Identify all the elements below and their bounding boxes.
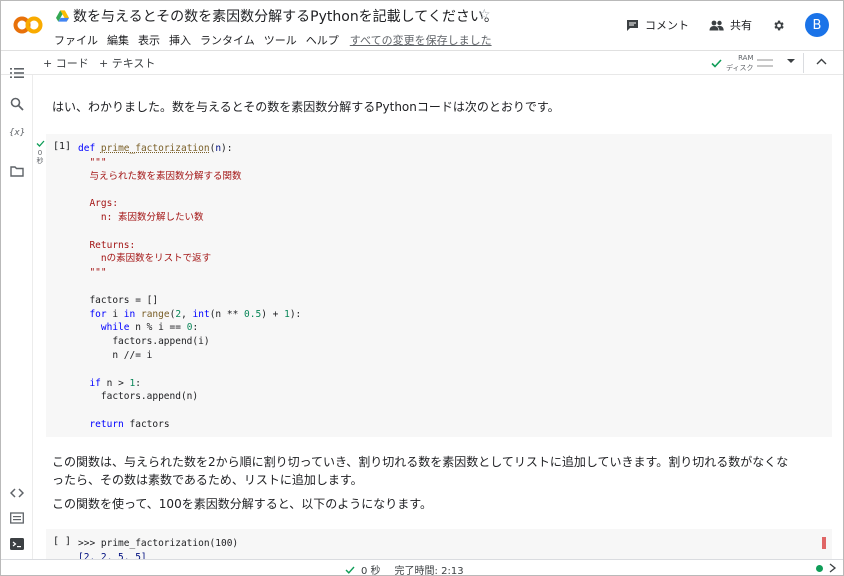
gear-icon (774, 20, 784, 30)
menu-bar: ファイル 編集 表示 挿入 ランタイム ツール ヘルプ すべての変更を保存しまし… (54, 32, 501, 48)
add-text-button[interactable]: + テキスト (99, 55, 155, 71)
toolbar-divider (803, 53, 804, 73)
execution-count[interactable]: [1] (53, 141, 71, 152)
menu-runtime[interactable]: ランタイム (200, 32, 255, 48)
error-marker (822, 537, 826, 549)
folder-icon[interactable] (10, 164, 24, 178)
run-cell-button[interactable]: [ ] (53, 536, 71, 547)
code-editor-2[interactable]: >>> prime_factorization(100) [2, 2, 5, 5… (78, 537, 238, 560)
resource-bars (756, 55, 773, 71)
menu-insert[interactable]: 挿入 (169, 32, 191, 48)
comment-icon (627, 19, 638, 31)
status-check-icon (345, 566, 355, 574)
colab-window: 数を与えるとその数を素因数分解するPythonを記載してください。 ☆ ファイル… (0, 0, 844, 576)
notebook-content: はい、わかりました。数を与えるとその数を素因数分解するPythonコードは次のと… (33, 75, 843, 560)
chevron-down-icon[interactable] (787, 58, 795, 64)
cell-exec-time: 0 秒 (36, 149, 44, 165)
chevron-up-icon[interactable] (816, 58, 827, 65)
header-actions: コメント 共有 B (606, 13, 829, 37)
avatar[interactable]: B (805, 13, 829, 37)
comment-label: コメント (645, 19, 689, 32)
table-of-contents-icon[interactable] (10, 66, 24, 80)
menu-file[interactable]: ファイル (54, 32, 98, 48)
header: 数を与えるとその数を素因数分解するPythonを記載してください。 ☆ ファイル… (1, 1, 843, 50)
menu-help[interactable]: ヘルプ (306, 32, 339, 48)
text-cell-intro[interactable]: はい、わかりました。数を与えるとその数を素因数分解するPythonコードは次のと… (52, 98, 792, 116)
left-sidebar: {x} (1, 68, 33, 560)
save-status-link[interactable]: すべての変更を保存しました (350, 32, 492, 48)
status-finished: 完了時間: 2:13 (394, 566, 464, 576)
terminal-icon[interactable] (10, 537, 24, 551)
google-drive-icon[interactable] (56, 10, 69, 22)
code-cell-2[interactable]: [ ] >>> prime_factorization(100) [2, 2, … (46, 529, 832, 560)
check-icon (36, 140, 44, 147)
comment-button[interactable]: コメント (626, 17, 689, 33)
colab-logo-icon[interactable] (13, 15, 43, 35)
resource-monitor[interactable]: RAM ディスク (711, 53, 773, 73)
connected-check-icon (711, 58, 722, 68)
share-button[interactable]: 共有 (709, 17, 752, 33)
share-label: 共有 (730, 19, 752, 32)
menu-view[interactable]: 表示 (138, 32, 160, 48)
variables-icon[interactable]: {x} (9, 128, 25, 142)
scrollbar[interactable] (833, 75, 843, 560)
status-caret-icon[interactable] (829, 563, 837, 573)
text-cell-explanation[interactable]: この関数は、与えられた数を2から順に割り切っていき、割り切れる数を素因数としてリ… (52, 453, 792, 489)
code-cell-1[interactable]: 0 秒 [1] def prime_factorization(n): """ … (36, 134, 832, 437)
status-bar: 0 秒 完了時間: 2:13 (1, 559, 843, 576)
settings-button[interactable] (772, 19, 791, 32)
notebook-title[interactable]: 数を与えるとその数を素因数分解するPythonを記載してください。 (73, 6, 498, 26)
star-icon[interactable]: ☆ (478, 7, 491, 23)
disk-label: ディスク (726, 64, 754, 72)
code-snippets-icon[interactable] (10, 486, 24, 500)
menu-edit[interactable]: 編集 (107, 32, 129, 48)
notebook-toolbar: + コード + テキスト RAM ディスク (1, 50, 843, 75)
text-cell-example-intro[interactable]: この関数を使って、100を素因数分解すると、以下のようになります。 (52, 495, 792, 513)
add-code-button[interactable]: + コード (43, 55, 89, 71)
code2-line1: >>> prime_factorization(100) (78, 538, 239, 549)
ram-label: RAM (738, 54, 754, 62)
code-editor[interactable]: def prime_factorization(n): """ 与えられた数を素… (78, 142, 301, 432)
connection-status-icon[interactable] (816, 565, 823, 572)
status-elapsed: 0 秒 (361, 566, 381, 576)
people-icon (709, 20, 724, 30)
command-palette-icon[interactable] (10, 511, 24, 525)
search-icon[interactable] (10, 97, 24, 111)
menu-tools[interactable]: ツール (264, 32, 297, 48)
cell-exec-status: 0 秒 (34, 140, 46, 165)
